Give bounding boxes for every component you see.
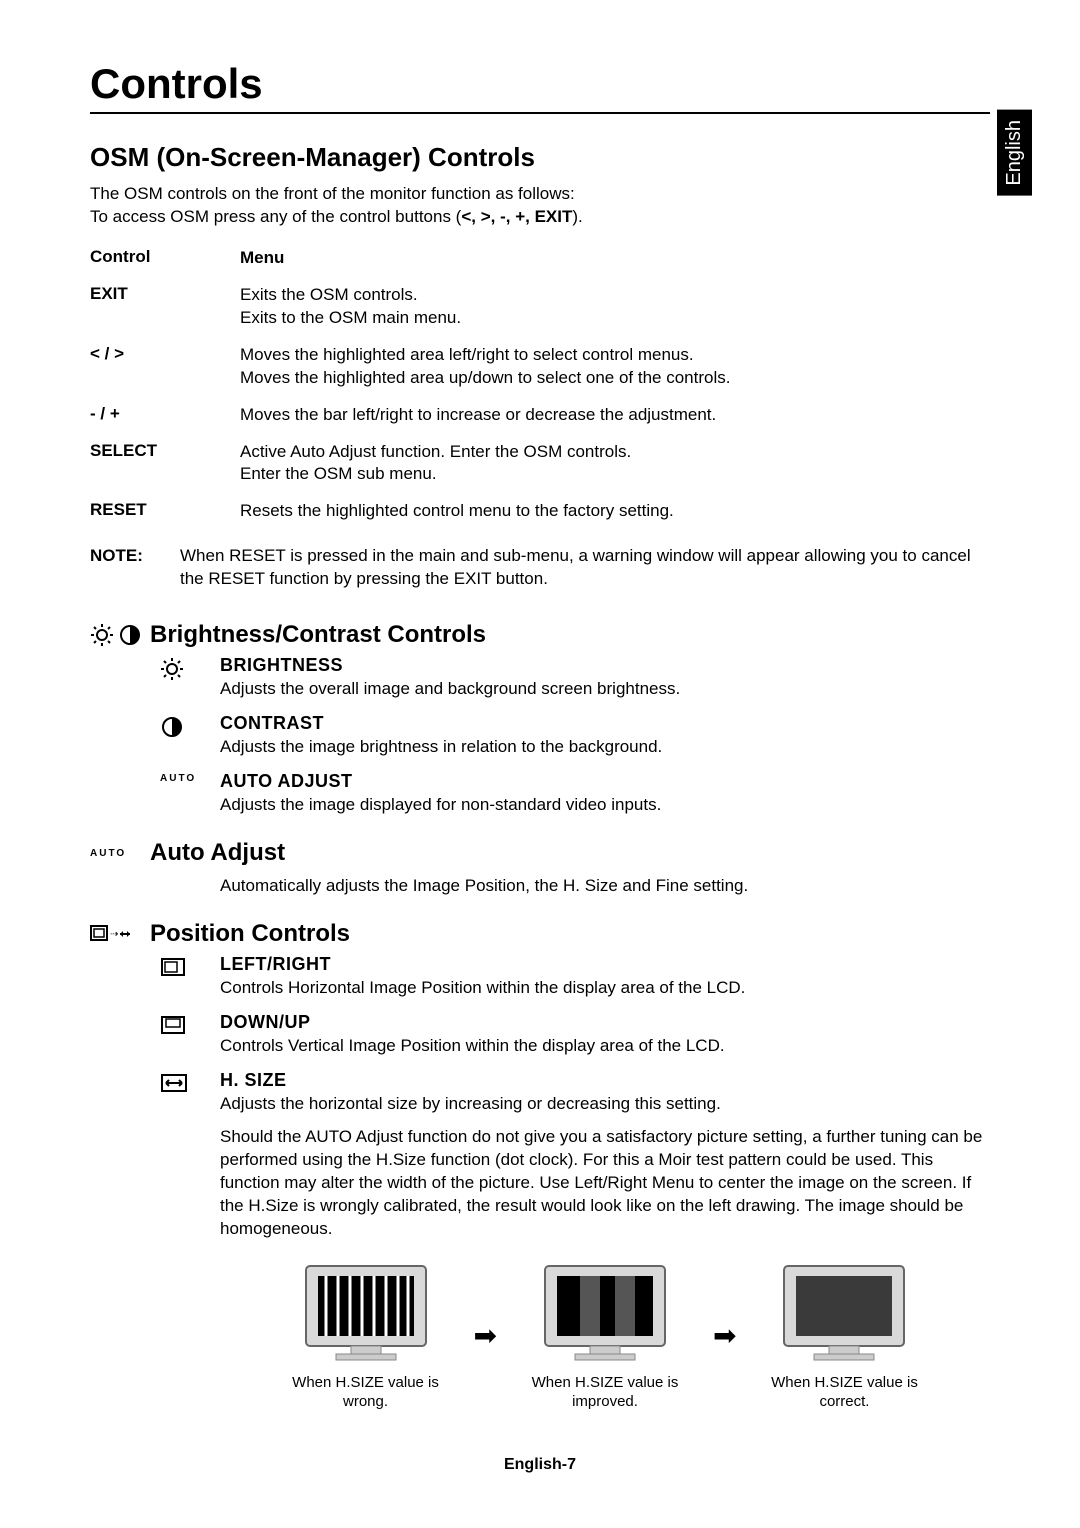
item-title: LEFT/RIGHT <box>220 954 990 975</box>
brightness-icon <box>160 657 184 681</box>
arrow-icon: ➡ <box>713 1319 736 1352</box>
osm-intro-line2-suffix: ). <box>572 207 582 226</box>
osm-intro-line1: The OSM controls on the front of the mon… <box>90 184 575 203</box>
control-desc: Active Auto Adjust function. Enter the O… <box>240 441 990 487</box>
item-title: DOWN/UP <box>220 1012 990 1033</box>
item-desc: Adjusts the overall image and background… <box>220 678 990 701</box>
contrast-icon <box>160 715 184 739</box>
table-row: SELECT Active Auto Adjust function. Ente… <box>90 441 990 487</box>
auto-adjust-heading: Auto Adjust <box>150 839 285 867</box>
item-desc: Adjusts the image displayed for non-stan… <box>220 794 990 817</box>
control-name: EXIT <box>90 284 240 304</box>
item-hsize: H. SIZE Adjusts the horizontal size by i… <box>90 1070 990 1412</box>
hsize-paragraph: Should the AUTO Adjust function do not g… <box>220 1126 990 1241</box>
auto-icon: AUTO <box>90 848 126 859</box>
table-header: Control Menu <box>90 247 990 270</box>
position-heading: Position Controls <box>150 920 350 948</box>
item-downup: DOWN/UP Controls Vertical Image Position… <box>90 1012 990 1058</box>
control-name: - / + <box>90 404 240 424</box>
note-label: NOTE: <box>90 545 180 591</box>
note-text: When RESET is pressed in the main and su… <box>180 545 990 591</box>
arrow-icon: ➡ <box>474 1319 497 1352</box>
item-leftright: LEFT/RIGHT Controls Horizontal Image Pos… <box>90 954 990 1000</box>
item-title: H. SIZE <box>220 1070 990 1091</box>
page-footer: English-7 <box>0 1456 1080 1474</box>
control-name: RESET <box>90 500 240 520</box>
diagram-caption: When H.SIZE value is wrong. <box>276 1374 456 1412</box>
position-controls-group: ⇢ Position Controls LEFT/RIGHT Controls … <box>90 920 990 1412</box>
osm-intro-keys: <, >, -, +, EXIT <box>461 207 572 226</box>
item-title: AUTO ADJUST <box>220 771 990 792</box>
hsize-icon <box>160 1072 188 1094</box>
svg-text:⇢: ⇢ <box>110 929 118 940</box>
position-icon: ⇢ <box>90 923 134 945</box>
osm-intro-line2-prefix: To access OSM press any of the control b… <box>90 207 461 226</box>
monitor-illustration-wrong <box>296 1258 436 1368</box>
item-desc: Controls Vertical Image Position within … <box>220 1035 990 1058</box>
auto-adjust-desc: Automatically adjusts the Image Position… <box>220 875 990 898</box>
page-title: Controls <box>90 60 990 114</box>
table-header-control: Control <box>90 247 240 267</box>
item-brightness: BRIGHTNESS Adjusts the overall image and… <box>90 655 990 701</box>
brightness-contrast-heading: Brightness/Contrast Controls <box>150 621 486 649</box>
hsize-diagram: When H.SIZE value is wrong. ➡ When H.SIZ… <box>220 1258 990 1412</box>
control-desc: Moves the highlighted area left/right to… <box>240 344 990 390</box>
diagram-caption: When H.SIZE value is correct. <box>754 1374 934 1412</box>
osm-intro: The OSM controls on the front of the mon… <box>90 183 990 229</box>
table-header-menu: Menu <box>240 247 990 270</box>
item-contrast: CONTRAST Adjusts the image brightness in… <box>90 713 990 759</box>
monitor-illustration-improved <box>535 1258 675 1368</box>
auto-adjust-group: AUTO Auto Adjust Automatically adjusts t… <box>90 839 990 898</box>
item-desc: Controls Horizontal Image Position withi… <box>220 977 990 1000</box>
note: NOTE: When RESET is pressed in the main … <box>90 545 990 591</box>
downup-icon <box>160 1014 186 1036</box>
control-table: Control Menu EXIT Exits the OSM controls… <box>90 247 990 523</box>
leftright-icon <box>160 956 186 978</box>
control-desc: Resets the highlighted control menu to t… <box>240 500 990 523</box>
control-name: < / > <box>90 344 240 364</box>
item-desc: Adjusts the horizontal size by increasin… <box>220 1093 990 1116</box>
table-row: EXIT Exits the OSM controls. Exits to th… <box>90 284 990 330</box>
item-title: CONTRAST <box>220 713 990 734</box>
contrast-icon <box>118 623 142 647</box>
control-desc: Exits the OSM controls. Exits to the OSM… <box>240 284 990 330</box>
item-auto-adjust: AUTO AUTO ADJUST Adjusts the image displ… <box>90 771 990 817</box>
monitor-illustration-correct <box>774 1258 914 1368</box>
item-desc: Adjusts the image brightness in relation… <box>220 736 990 759</box>
language-tab: English <box>997 110 1032 196</box>
table-row: RESET Resets the highlighted control men… <box>90 500 990 523</box>
brightness-contrast-group: Brightness/Contrast Controls BRIGHTNESS … <box>90 621 990 817</box>
control-name: SELECT <box>90 441 240 461</box>
table-row: < / > Moves the highlighted area left/ri… <box>90 344 990 390</box>
table-row: - / + Moves the bar left/right to increa… <box>90 404 990 427</box>
control-desc: Moves the bar left/right to increase or … <box>240 404 990 427</box>
brightness-icon <box>90 623 114 647</box>
osm-heading: OSM (On-Screen-Manager) Controls <box>90 142 990 173</box>
item-title: BRIGHTNESS <box>220 655 990 676</box>
auto-icon: AUTO <box>160 773 196 784</box>
diagram-caption: When H.SIZE value is improved. <box>515 1374 695 1412</box>
